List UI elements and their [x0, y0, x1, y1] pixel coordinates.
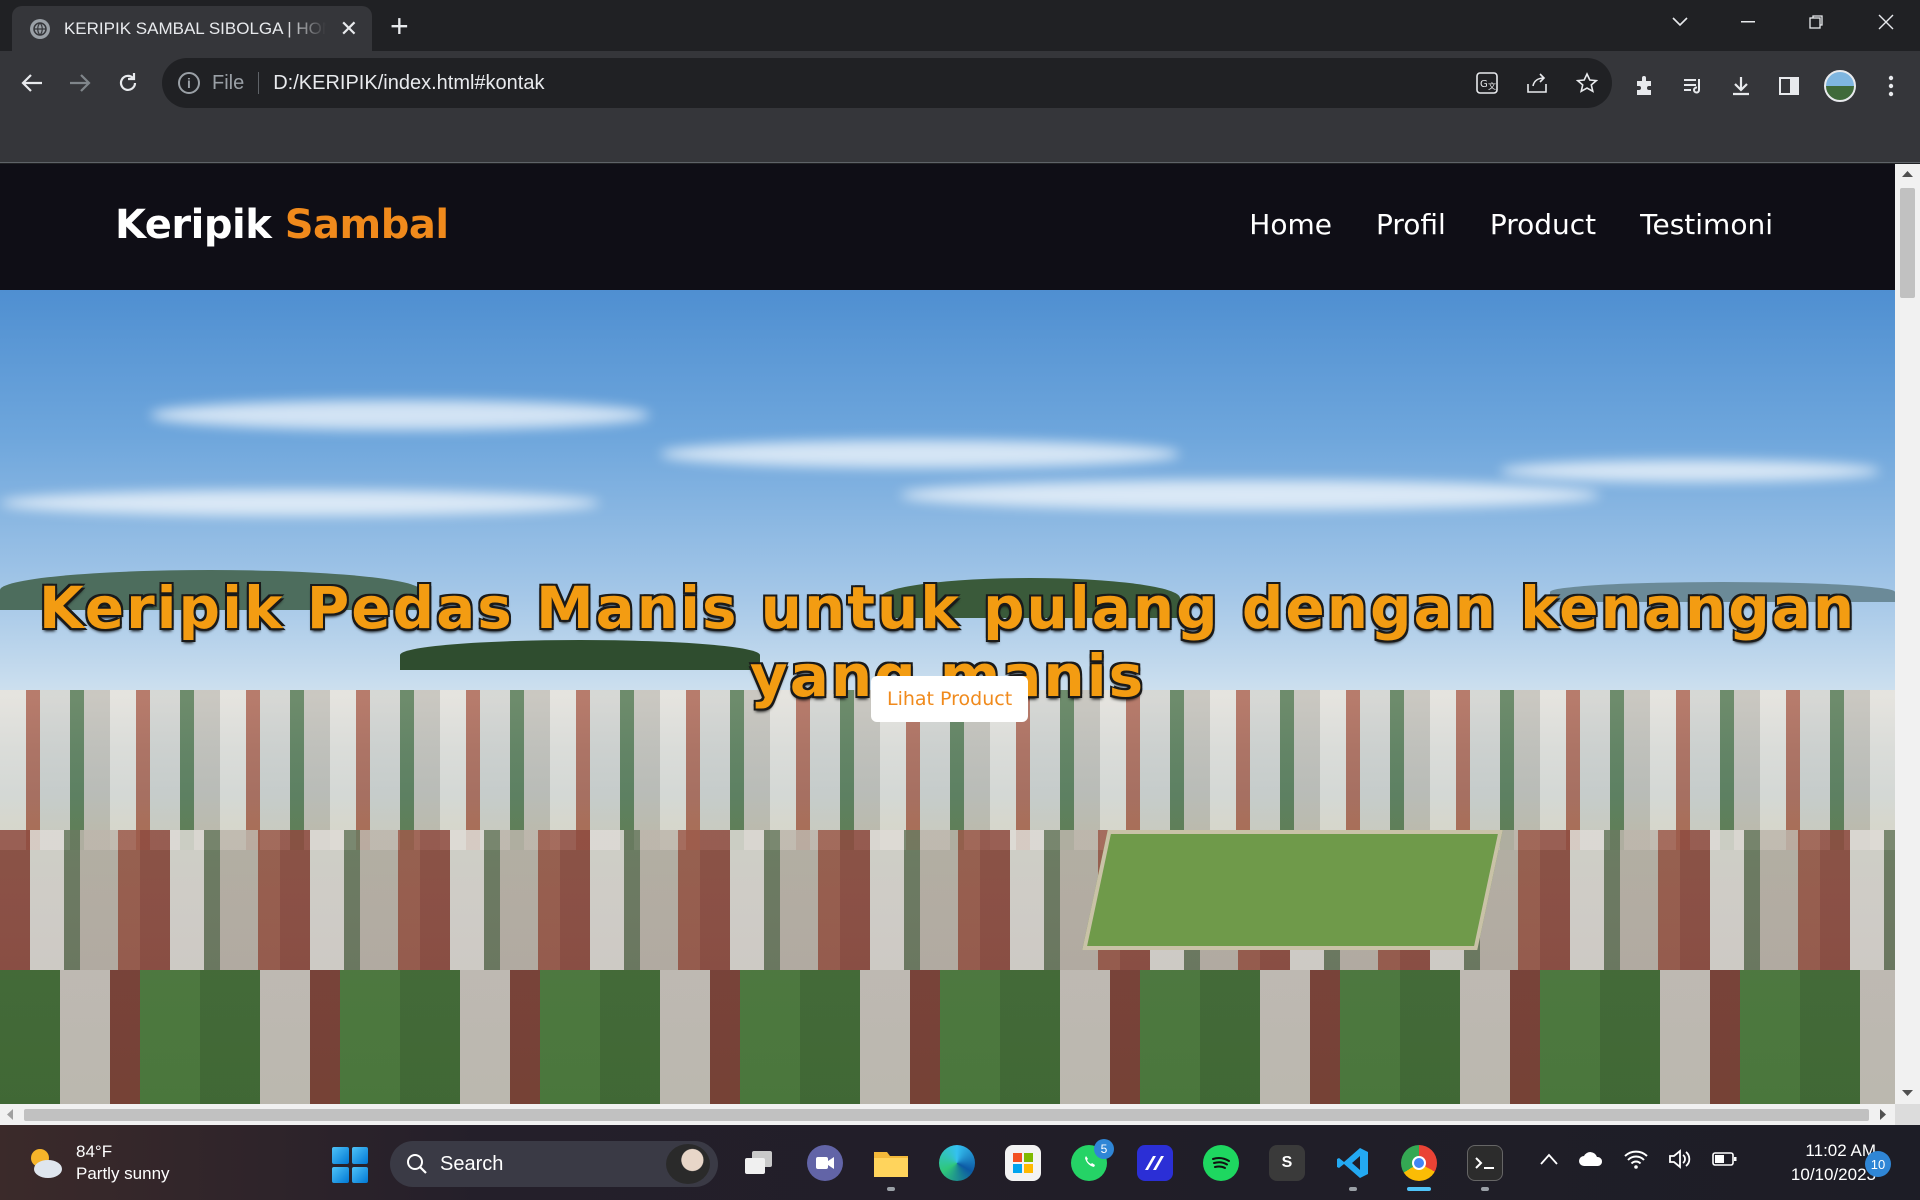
whatsapp-badge: 5 — [1094, 1139, 1114, 1159]
browser-toolbar: i File D:/KERIPIK/index.html#kontak G文 — [0, 51, 1920, 115]
back-arrow-icon[interactable] — [14, 65, 50, 101]
info-icon[interactable]: i — [178, 72, 200, 94]
weather-temp: 84°F — [76, 1142, 113, 1161]
clock-date: 10/10/2023 — [1790, 1165, 1876, 1184]
globe-icon — [30, 18, 50, 39]
side-panel-icon[interactable] — [1776, 73, 1802, 99]
address-bar[interactable]: i File D:/KERIPIK/index.html#kontak G文 — [162, 58, 1612, 108]
extensions-icon[interactable] — [1632, 73, 1658, 99]
browser-tab-active[interactable]: KERIPIK SAMBAL SIBOLGA | HOME ✕ — [12, 6, 372, 51]
football-field — [1082, 830, 1503, 950]
nav-product[interactable]: Product — [1490, 208, 1596, 241]
nav-home[interactable]: Home — [1249, 208, 1332, 241]
vertical-scroll-thumb[interactable] — [1900, 188, 1915, 298]
nav-testimoni[interactable]: Testimoni — [1640, 208, 1773, 241]
horizontal-scroll-thumb[interactable] — [24, 1109, 1869, 1121]
taskbar-clock[interactable]: 11:02 AM 10/10/2023 — [1760, 1139, 1876, 1187]
edge-icon[interactable] — [934, 1143, 980, 1183]
logo-accent: Sambal — [284, 202, 449, 248]
url-separator — [258, 72, 260, 94]
wifi-icon[interactable] — [1624, 1149, 1648, 1169]
teams-chat-icon[interactable] — [802, 1143, 848, 1183]
hero-section: Keripik Pedas Manis untuk pulang dengan … — [0, 290, 1895, 1104]
battery-icon[interactable] — [1712, 1151, 1738, 1167]
s-app-icon[interactable]: S — [1264, 1143, 1310, 1183]
vscode-icon[interactable] — [1330, 1143, 1376, 1191]
windows-taskbar: 84°F Partly sunny Search 5 S 11:02 AM 10… — [0, 1125, 1920, 1200]
tab-search-chevron-icon[interactable] — [1650, 4, 1710, 40]
chevron-up-icon[interactable] — [1540, 1153, 1558, 1165]
minimize-icon[interactable] — [1718, 4, 1778, 40]
media-icon[interactable] — [1680, 73, 1706, 99]
terminal-icon[interactable] — [1462, 1143, 1508, 1191]
search-icon — [407, 1154, 427, 1174]
site-logo[interactable]: Keripik Sambal — [115, 202, 449, 248]
download-icon[interactable] — [1728, 73, 1754, 99]
search-label: Search — [440, 1152, 504, 1175]
profile-avatar[interactable] — [1824, 70, 1856, 102]
task-view-icon[interactable] — [736, 1143, 782, 1183]
forward-arrow-icon[interactable] — [62, 65, 98, 101]
microsoft-store-icon[interactable] — [1000, 1143, 1046, 1183]
reload-icon[interactable] — [110, 65, 146, 101]
more-vert-icon[interactable] — [1878, 73, 1904, 99]
windows-start-icon[interactable] — [332, 1147, 368, 1183]
taskbar-search[interactable]: Search — [390, 1141, 718, 1187]
scroll-down-icon[interactable] — [1902, 1090, 1913, 1097]
close-tab-icon[interactable]: ✕ — [340, 17, 358, 40]
clock-time: 11:02 AM — [1805, 1141, 1876, 1160]
lihat-product-button[interactable]: Lihat Product — [871, 676, 1029, 722]
close-window-icon[interactable] — [1856, 4, 1916, 40]
svg-text:文: 文 — [1488, 81, 1496, 91]
vpn-app-icon[interactable] — [1132, 1143, 1178, 1183]
file-explorer-icon[interactable] — [868, 1143, 914, 1191]
whatsapp-icon[interactable]: 5 — [1066, 1139, 1114, 1183]
spotify-icon[interactable] — [1198, 1143, 1244, 1183]
volume-icon[interactable] — [1668, 1149, 1692, 1169]
scroll-left-icon[interactable] — [6, 1109, 13, 1120]
url-text[interactable]: D:/KERIPIK/index.html#kontak — [273, 72, 544, 95]
scroll-up-icon[interactable] — [1902, 170, 1913, 177]
logo-main: Keripik — [115, 202, 272, 248]
browser-tabstrip: KERIPIK SAMBAL SIBOLGA | HOME ✕ + — [0, 0, 1920, 51]
scroll-corner — [1895, 1104, 1920, 1125]
share-icon[interactable] — [1524, 70, 1550, 96]
onedrive-icon[interactable] — [1578, 1151, 1604, 1167]
search-highlight-image — [666, 1144, 710, 1184]
horizontal-scrollbar[interactable] — [0, 1104, 1895, 1125]
notification-count-badge[interactable]: 10 — [1865, 1151, 1891, 1177]
svg-text:G: G — [1480, 79, 1488, 90]
star-icon[interactable] — [1574, 70, 1600, 96]
partly-sunny-icon — [26, 1144, 64, 1182]
weather-widget[interactable]: 84°F Partly sunny — [26, 1141, 170, 1185]
url-scheme: File — [212, 71, 245, 94]
translate-icon[interactable]: G文 — [1474, 70, 1500, 96]
bookmarks-bar — [0, 115, 1920, 163]
vertical-scrollbar[interactable] — [1895, 164, 1920, 1104]
weather-desc: Partly sunny — [76, 1164, 170, 1183]
nav-profil[interactable]: Profil — [1376, 208, 1446, 241]
page-viewport: Keripik Sambal Home Profil Product Testi… — [0, 164, 1895, 1104]
site-navbar: Keripik Sambal Home Profil Product Testi… — [0, 164, 1895, 290]
tab-title: KERIPIK SAMBAL SIBOLGA | HOME — [63, 18, 326, 38]
restore-icon[interactable] — [1786, 4, 1846, 40]
scroll-right-icon[interactable] — [1880, 1109, 1887, 1120]
new-tab-button[interactable]: + — [390, 10, 409, 42]
chrome-icon[interactable] — [1396, 1143, 1442, 1191]
site-nav-links: Home Profil Product Testimoni — [1249, 208, 1773, 241]
